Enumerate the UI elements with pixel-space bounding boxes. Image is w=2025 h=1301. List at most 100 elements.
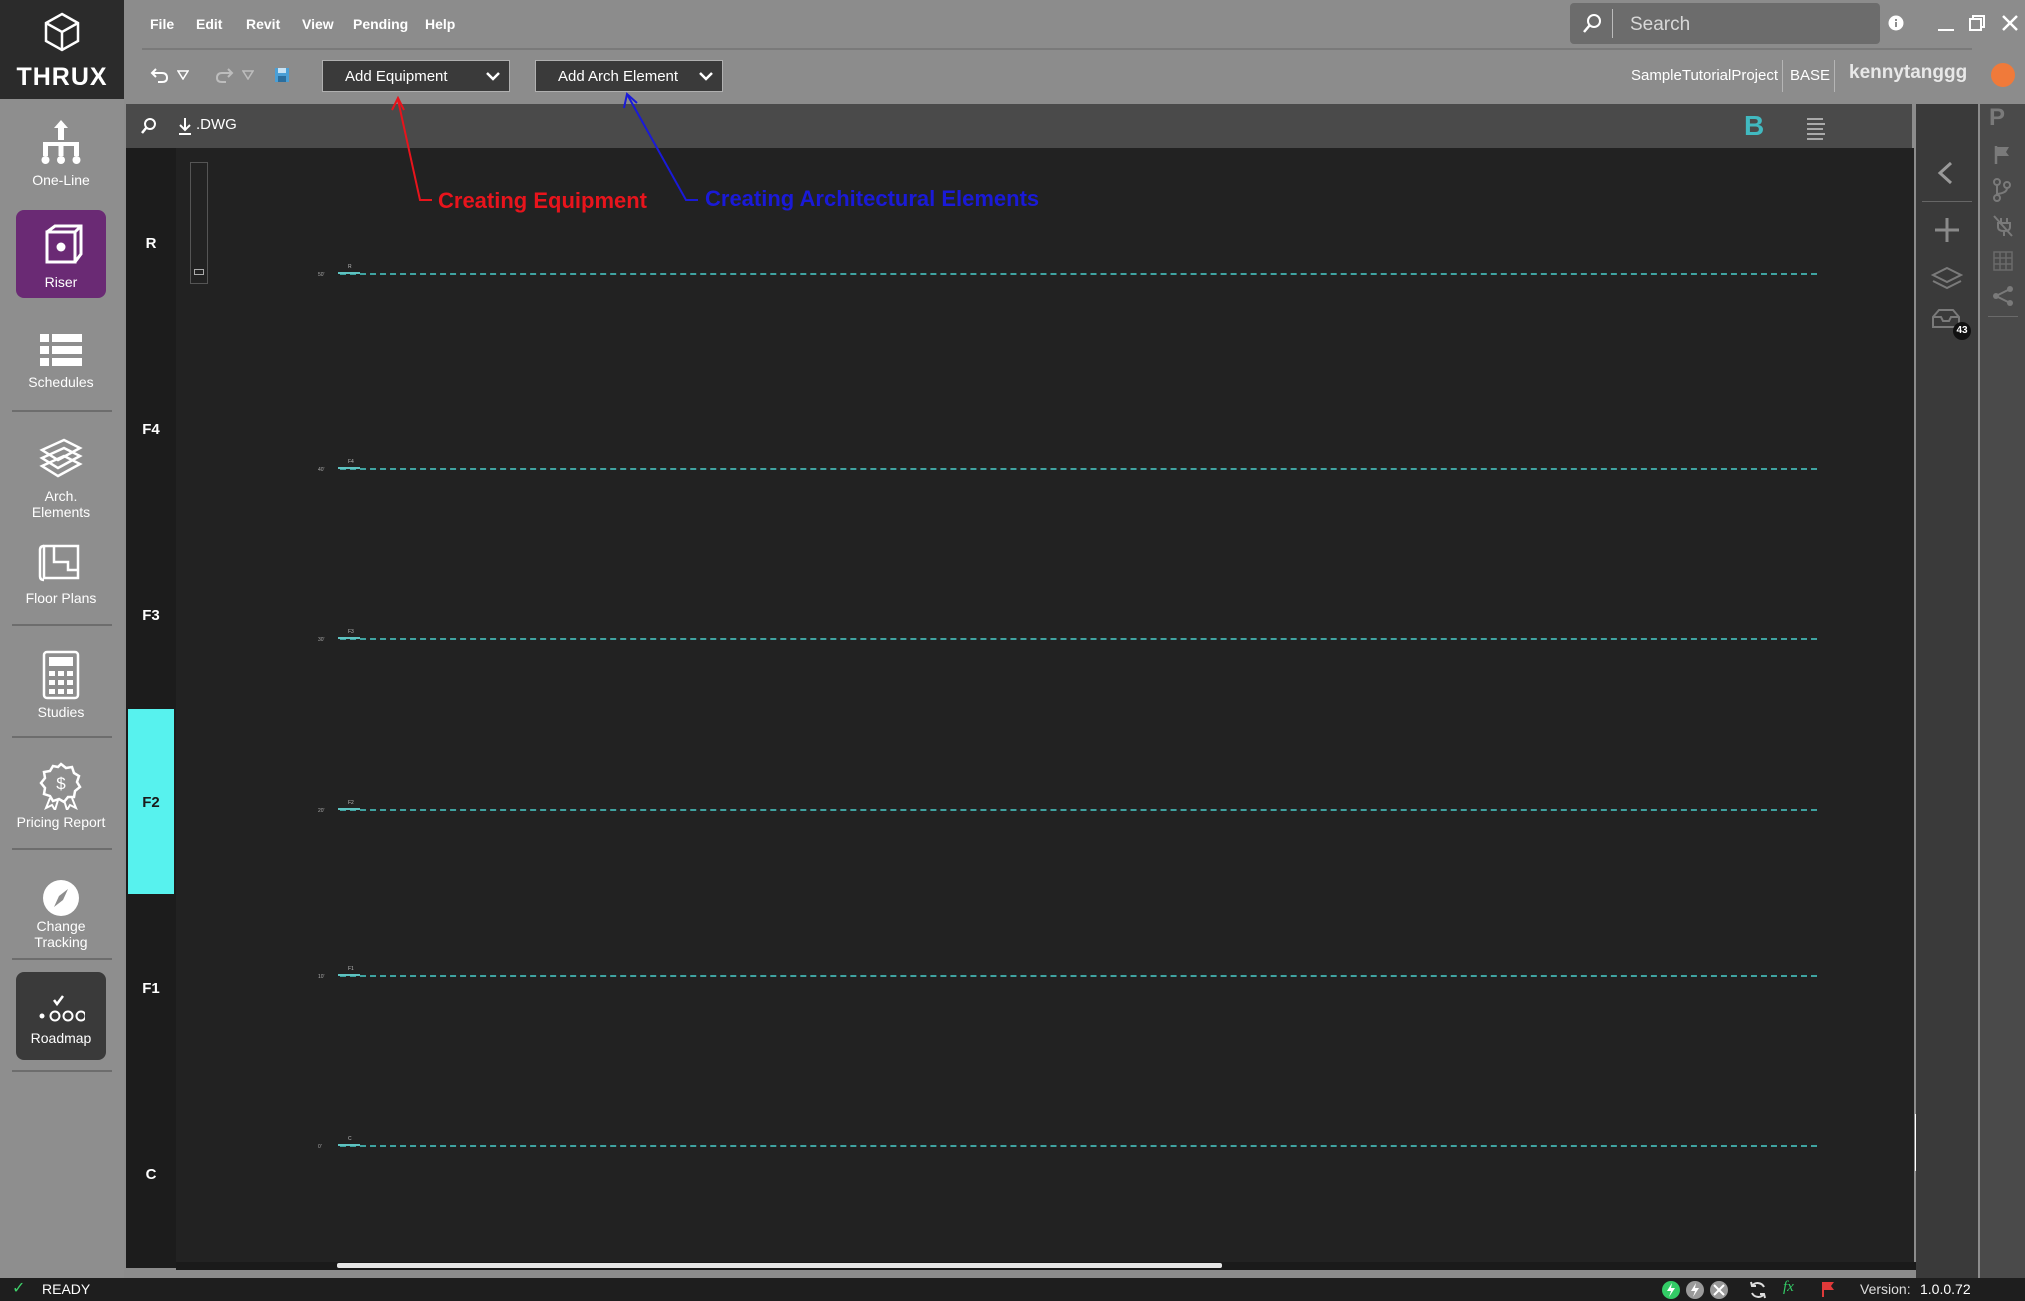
schedules-list-icon bbox=[40, 334, 82, 366]
minimize-icon[interactable] bbox=[1936, 16, 1956, 32]
right-icon-strip bbox=[1980, 104, 2025, 1278]
power-off-icon[interactable] bbox=[1684, 1280, 1706, 1300]
level-line-r[interactable]: 50' R bbox=[318, 264, 1817, 278]
plus-icon[interactable] bbox=[1933, 216, 1961, 244]
version-number: 1.0.0.72 bbox=[1920, 1281, 1971, 1297]
flag-status-icon[interactable] bbox=[1820, 1280, 1836, 1298]
sidebar-item-pricing-report[interactable]: $ Pricing Report bbox=[16, 762, 106, 836]
restore-icon[interactable] bbox=[1968, 14, 1986, 32]
grid-icon[interactable] bbox=[1992, 250, 2014, 272]
panel-divider bbox=[1922, 201, 1972, 202]
level-elevation: 30' bbox=[318, 637, 325, 643]
menu-edit[interactable]: Edit bbox=[196, 16, 222, 32]
notification-badge: 43 bbox=[1953, 322, 1971, 340]
sidebar-label: Schedules bbox=[28, 374, 94, 390]
menu-revit[interactable]: Revit bbox=[246, 16, 280, 32]
search-icon bbox=[1583, 14, 1601, 33]
layers-icon[interactable] bbox=[1931, 264, 1963, 292]
level-line-c[interactable]: 0' C bbox=[318, 1136, 1817, 1150]
dwg-export-label[interactable]: .DWG bbox=[196, 116, 237, 133]
project-name[interactable]: SampleTutorialProject bbox=[1631, 67, 1778, 84]
redo-icon[interactable] bbox=[214, 66, 234, 84]
p-icon[interactable]: P bbox=[1989, 104, 2005, 132]
menu-help[interactable]: Help bbox=[425, 16, 455, 32]
level-label-c[interactable]: C bbox=[126, 1166, 176, 1183]
level-line-f3[interactable]: 30' F3 bbox=[318, 629, 1817, 643]
avatar[interactable] bbox=[1991, 63, 2015, 87]
level-elevation: 20' bbox=[318, 808, 325, 814]
annotation-equipment: Creating Equipment bbox=[438, 188, 648, 213]
add-equipment-button[interactable]: Add Equipment bbox=[322, 60, 510, 92]
level-label-f1[interactable]: F1 bbox=[126, 980, 176, 997]
riser-cube-icon bbox=[45, 224, 83, 264]
username[interactable]: kennytanggg bbox=[1849, 62, 1967, 84]
sidebar-item-studies[interactable]: Studies bbox=[16, 650, 106, 726]
sidebar-item-change-tracking[interactable]: Change Tracking bbox=[16, 878, 106, 950]
power-status-icon[interactable] bbox=[1660, 1280, 1682, 1300]
branch-name[interactable]: BASE bbox=[1790, 67, 1830, 84]
sidebar-item-arch-elements[interactable]: Arch. Elements bbox=[16, 436, 106, 520]
add-arch-element-button[interactable]: Add Arch Element bbox=[535, 60, 723, 92]
horizontal-scrollbar[interactable] bbox=[337, 1263, 1222, 1268]
info-icon[interactable] bbox=[1888, 15, 1904, 31]
level-label-f4[interactable]: F4 bbox=[126, 421, 176, 438]
zoom-search-icon[interactable] bbox=[140, 117, 156, 135]
level-elevation: 40' bbox=[318, 467, 325, 473]
search-box[interactable]: Search bbox=[1570, 3, 1880, 44]
undo-dropdown-icon[interactable] bbox=[177, 70, 189, 80]
logo-text: THRUX bbox=[16, 63, 108, 91]
level-label-f2[interactable]: F2 bbox=[126, 794, 176, 811]
close-icon[interactable] bbox=[2001, 14, 2019, 32]
save-icon[interactable] bbox=[274, 67, 290, 83]
riser-canvas[interactable] bbox=[176, 148, 1914, 1268]
level-tag: F3 bbox=[348, 629, 354, 635]
svg-text:$: $ bbox=[56, 774, 66, 793]
download-icon[interactable] bbox=[178, 116, 192, 136]
canvas-toolbar bbox=[126, 104, 1912, 148]
menu-file[interactable]: File bbox=[150, 16, 174, 32]
sidebar-divider bbox=[12, 410, 112, 412]
chevron-down-icon bbox=[486, 72, 500, 81]
level-tag: R bbox=[348, 264, 352, 270]
level-line-f1[interactable]: 10' F1 bbox=[318, 966, 1817, 980]
thrux-cube-icon bbox=[44, 12, 80, 52]
level-label-f3[interactable]: F3 bbox=[126, 607, 176, 624]
plug-disconnect-icon[interactable] bbox=[1992, 214, 2014, 238]
sidebar-item-riser[interactable]: Riser bbox=[16, 210, 106, 298]
undo-icon[interactable] bbox=[150, 66, 170, 84]
app-logo: THRUX bbox=[0, 0, 124, 99]
redo-dropdown-icon[interactable] bbox=[242, 70, 254, 80]
sidebar-label: Arch. Elements bbox=[31, 488, 91, 520]
bold-toggle[interactable]: B bbox=[1744, 110, 1764, 142]
disconnect-status-icon[interactable] bbox=[1708, 1280, 1730, 1300]
sidebar-item-schedules[interactable]: Schedules bbox=[16, 330, 106, 402]
menu-pending[interactable]: Pending bbox=[353, 16, 408, 32]
toolbar-separator bbox=[1834, 60, 1835, 92]
sidebar-item-roadmap[interactable]: Roadmap bbox=[16, 972, 106, 1060]
level-line-f4[interactable]: 40' F4 bbox=[318, 459, 1817, 473]
level-tick bbox=[338, 1144, 360, 1146]
search-input[interactable]: Search bbox=[1630, 14, 1690, 36]
minimap-viewport[interactable] bbox=[194, 269, 204, 275]
roadmap-icon bbox=[39, 995, 85, 1022]
formula-icon[interactable]: fx bbox=[1783, 1279, 1794, 1296]
level-line-f2[interactable]: 20' F2 bbox=[318, 800, 1817, 814]
pricing-badge-icon: $ bbox=[39, 762, 82, 810]
sidebar-item-one-line[interactable]: One-Line bbox=[16, 118, 106, 196]
minimap[interactable] bbox=[190, 162, 208, 284]
text-lines-icon[interactable] bbox=[1805, 115, 1827, 143]
version-label: Version: bbox=[1860, 1281, 1911, 1297]
compass-icon bbox=[43, 880, 79, 916]
level-elevation: 0' bbox=[318, 1144, 322, 1150]
status-bar: ✓ READY fx Version: 1.0.0.72 bbox=[0, 1278, 2025, 1301]
branch-icon[interactable] bbox=[1992, 178, 2012, 202]
level-label-r[interactable]: R bbox=[126, 235, 176, 252]
collapse-left-icon[interactable] bbox=[1935, 160, 1955, 186]
share-nodes-icon[interactable] bbox=[1992, 286, 2014, 306]
sync-icon[interactable] bbox=[1748, 1280, 1768, 1300]
flag-icon[interactable] bbox=[1993, 144, 2011, 166]
menu-view[interactable]: View bbox=[302, 16, 334, 32]
sidebar-item-floor-plans[interactable]: Floor Plans bbox=[16, 540, 106, 612]
level-tick bbox=[338, 272, 360, 274]
strip-divider bbox=[1988, 316, 2018, 317]
